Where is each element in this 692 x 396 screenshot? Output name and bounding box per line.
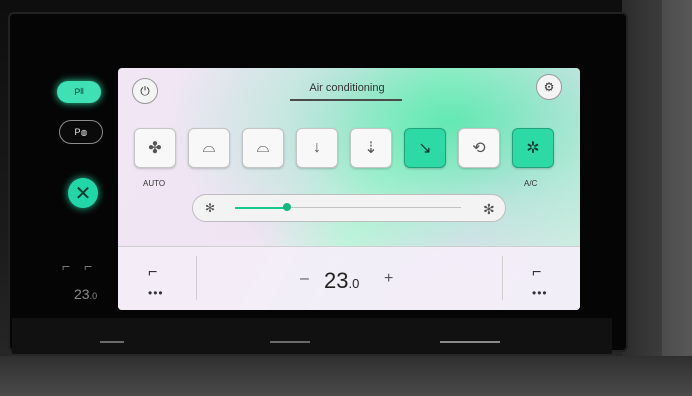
mode-button-ac-snowflake[interactable]: ✲ (512, 128, 554, 168)
divider (196, 256, 197, 300)
climate-screen: ⏻ Air conditioning ⚙ ✤ AUTO ⌓ ⌓ ↓ ⇣ ↘ ⟲ ✲ A/C ✻ ✻… (118, 68, 580, 310)
left-seat-heat-button[interactable]: ⌐ (148, 264, 157, 282)
right-seat-level: ••• (532, 286, 548, 300)
right-seat-heat-button[interactable]: ⌐ (532, 264, 541, 282)
seat-heat-icon: ⌐ (148, 264, 158, 281)
seat-heat-icon: ⌐ (532, 264, 542, 281)
divider (502, 256, 503, 300)
windshield-defrost-icon: ⌓ (202, 139, 216, 156)
power-icon: ⏻ (140, 83, 150, 98)
temperature-decimal: .0 (348, 276, 360, 291)
side-seat-icons: ⌐ ⌐ (62, 258, 92, 274)
mode-label: A/C (524, 179, 538, 188)
left-seat-level: ••• (148, 286, 164, 300)
fan-high-icon: ✻ (483, 201, 495, 217)
airflow-body-icon: ↘ (418, 140, 432, 157)
car-infotainment-photo: P ⦀ P ◍ ✕ ⌐ ⌐ 23.0 ⏻ ⏻ Air conditioning … (0, 0, 692, 396)
close-button[interactable]: ✕ (68, 178, 98, 208)
page-title: Air conditioning (309, 82, 385, 94)
fan-low-icon: ✻ (205, 201, 216, 215)
temp-increase-button[interactable]: + (384, 270, 393, 288)
fan-knob[interactable] (282, 203, 291, 211)
hardware-strip (12, 318, 612, 354)
defrost-body-icon: ⌓ (256, 139, 270, 156)
temp-decrease-button[interactable]: – (300, 270, 309, 288)
mode-button-airflow-body-feet[interactable]: ⇣ (350, 128, 392, 168)
side-temperature[interactable]: 23.0 (74, 286, 97, 302)
strip-mark (100, 341, 124, 343)
seat-heat-icon[interactable]: ⌐ (62, 258, 70, 274)
mode-button-fan[interactable]: ✤ (134, 128, 176, 168)
background-highlight (662, 0, 692, 396)
gear-icon: ⚙ (543, 80, 555, 94)
recirculation-icon: ⟲ (472, 140, 486, 157)
fan-icon: ✤ (148, 140, 162, 157)
mode-button-windshield-defrost[interactable]: ⌓ (188, 128, 230, 168)
seat-vent-icon[interactable]: ⌐ (84, 258, 92, 274)
side-temp-value: 23 (74, 286, 90, 302)
mode-label: AUTO (143, 179, 166, 188)
camera-icon: ◍ (80, 127, 88, 137)
park-camera-button[interactable]: P ◍ (59, 120, 103, 144)
strip-mark (270, 341, 310, 343)
mode-button-airflow-body[interactable]: ↘ (404, 128, 446, 168)
side-temp-decimal: .0 (89, 291, 98, 301)
dashboard-trim (0, 356, 692, 396)
mode-button-defrost-body[interactable]: ⌓ (242, 128, 284, 168)
airflow-feet-icon: ↓ (313, 139, 321, 156)
fan-fill (235, 207, 287, 209)
mode-button-airflow-feet[interactable]: ↓ (296, 128, 338, 168)
power-button[interactable]: ⏻ (132, 78, 158, 104)
park-assist-button[interactable]: P ⦀ (57, 81, 101, 103)
temperature-display: 23.0 (324, 268, 359, 294)
mode-button-recirculation[interactable]: ⟲ (458, 128, 500, 168)
settings-button[interactable]: ⚙ (536, 74, 562, 100)
title-underline (290, 99, 402, 101)
parking-sensor-icon: ⦀ (80, 87, 84, 96)
fan-speed-slider[interactable]: ✻ ✻ (192, 194, 506, 222)
ac-snowflake-icon: ✲ (526, 140, 540, 157)
temperature-value: 23 (324, 268, 349, 293)
airflow-body-feet-icon: ⇣ (364, 140, 378, 157)
close-icon: ✕ (74, 182, 92, 205)
strip-mark (440, 341, 500, 343)
